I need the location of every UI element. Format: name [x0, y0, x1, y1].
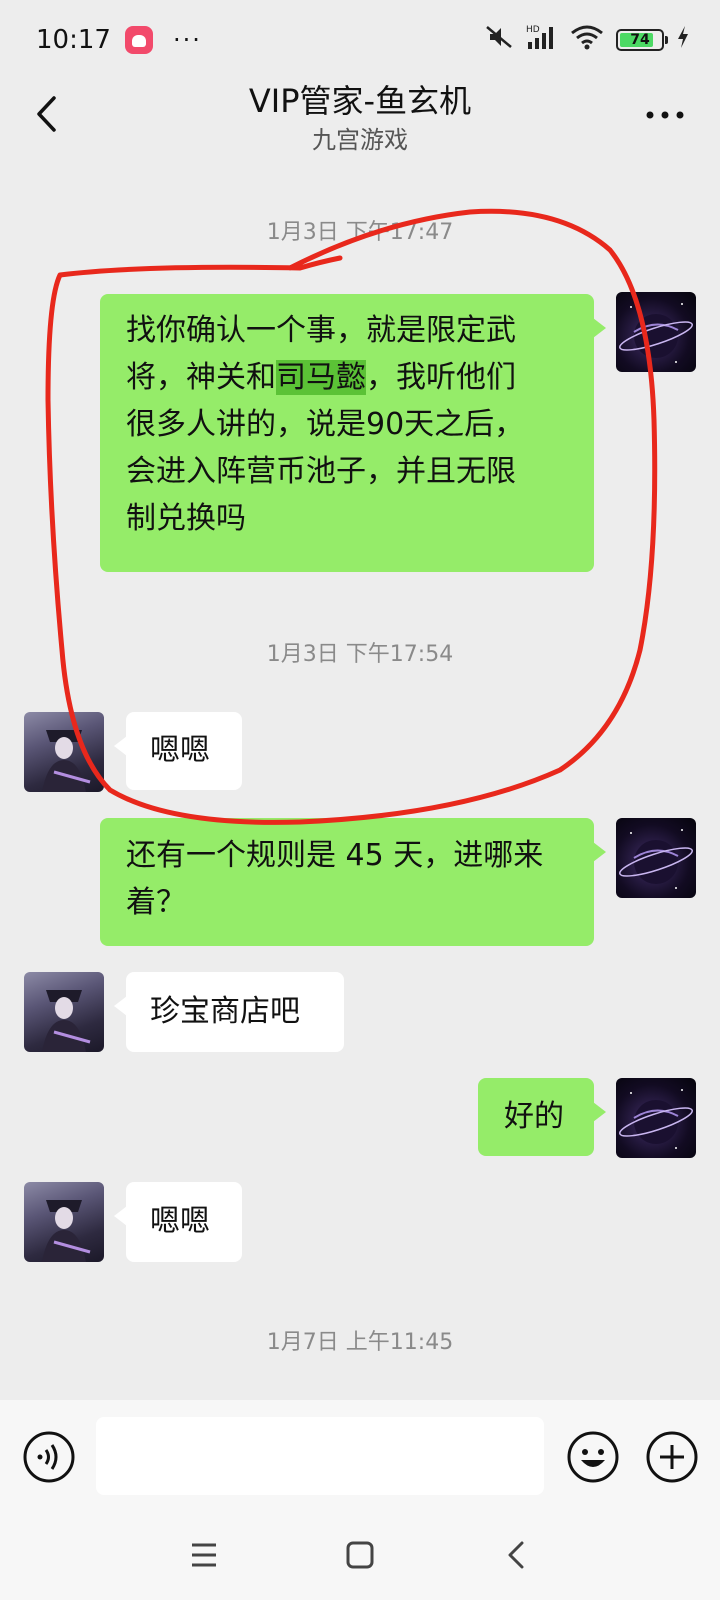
character-avatar-image	[42, 730, 91, 792]
character-avatar-image	[42, 1200, 91, 1262]
self-avatar[interactable]	[616, 818, 696, 898]
network-type-label: HD	[526, 25, 540, 35]
chat-title: VIP管家-鱼玄机	[248, 82, 472, 120]
battery-level: 74	[630, 32, 650, 48]
system-nav-bar	[0, 1510, 720, 1600]
message-line: 找你确认一个事，就是限定武	[126, 313, 516, 348]
message-timestamp: 1月3日 下午17:54	[266, 642, 454, 667]
charging-icon	[676, 25, 690, 56]
message-line: 很多人讲的，说是90天之后，	[126, 407, 525, 442]
home-nav-button[interactable]	[340, 1535, 380, 1575]
highlighted-text[interactable]: 司马懿	[276, 360, 366, 395]
chat-subtitle: 九宫游戏	[312, 126, 408, 154]
contact-avatar[interactable]	[24, 1182, 104, 1262]
message-line: 着？	[126, 885, 186, 920]
more-icon	[646, 111, 684, 119]
app-notification-icon	[124, 26, 153, 54]
menu-icon	[192, 1543, 216, 1567]
emoji-icon	[567, 1431, 619, 1483]
message-timestamp: 1月3日 下午17:47	[266, 220, 454, 245]
message-bubble-self[interactable]: 还有一个规则是 45 天，进哪来 着？	[100, 818, 606, 946]
message-line: 会进入阵营币池子，并且无限	[126, 454, 516, 489]
back-nav-icon	[508, 1541, 524, 1569]
message-bubble-self[interactable]: 找你确认一个事，就是限定武 将，神关和司马懿，我听他们 很多人讲的，说是90天之…	[100, 294, 606, 572]
message-timestamp: 1月7日 上午11:45	[266, 1330, 454, 1355]
planet-avatar-image	[619, 303, 693, 363]
message-bubble-contact[interactable]: 嗯嗯	[114, 1182, 242, 1262]
plus-icon	[646, 1431, 698, 1483]
message-text: 将，神关和	[126, 360, 276, 395]
message-text: ，我听他们	[366, 360, 516, 395]
self-avatar[interactable]	[616, 1078, 696, 1158]
home-icon	[346, 1541, 374, 1569]
message-bubble-self[interactable]: 好的	[478, 1078, 606, 1156]
more-button[interactable]	[640, 100, 690, 130]
chat-input-bar	[0, 1400, 720, 1510]
status-dots: ···	[172, 26, 202, 54]
mute-icon	[484, 24, 514, 57]
contact-avatar[interactable]	[24, 972, 104, 1052]
message-line: 还有一个规则是 45 天，进哪来	[126, 838, 544, 873]
message-line: 制兑换吗	[126, 501, 246, 536]
wifi-icon	[570, 24, 604, 57]
status-bar: 10:17 ··· HD 74	[0, 0, 720, 80]
message-line: 将，神关和司马懿，我听他们	[126, 354, 568, 401]
chat-header: VIP管家-鱼玄机 九宫游戏	[0, 72, 720, 162]
status-time: 10:17	[36, 25, 111, 55]
message-bubble-contact[interactable]: 嗯嗯	[114, 712, 242, 790]
menu-nav-button[interactable]	[184, 1535, 224, 1575]
contact-avatar[interactable]	[24, 712, 104, 792]
message-bubble-contact[interactable]: 珍宝商店吧	[114, 972, 344, 1052]
plus-button[interactable]	[645, 1430, 699, 1484]
planet-avatar-image	[619, 1089, 693, 1149]
character-avatar-image	[42, 990, 91, 1052]
planet-avatar-image	[619, 829, 693, 889]
emoji-button[interactable]	[566, 1430, 620, 1484]
self-avatar[interactable]	[616, 292, 696, 372]
signal-icon: HD	[526, 23, 558, 58]
message-input[interactable]	[96, 1417, 544, 1495]
voice-icon	[23, 1431, 75, 1483]
voice-button[interactable]	[22, 1430, 76, 1484]
battery-indicator: 74	[616, 29, 668, 51]
back-nav-button[interactable]	[496, 1535, 536, 1575]
